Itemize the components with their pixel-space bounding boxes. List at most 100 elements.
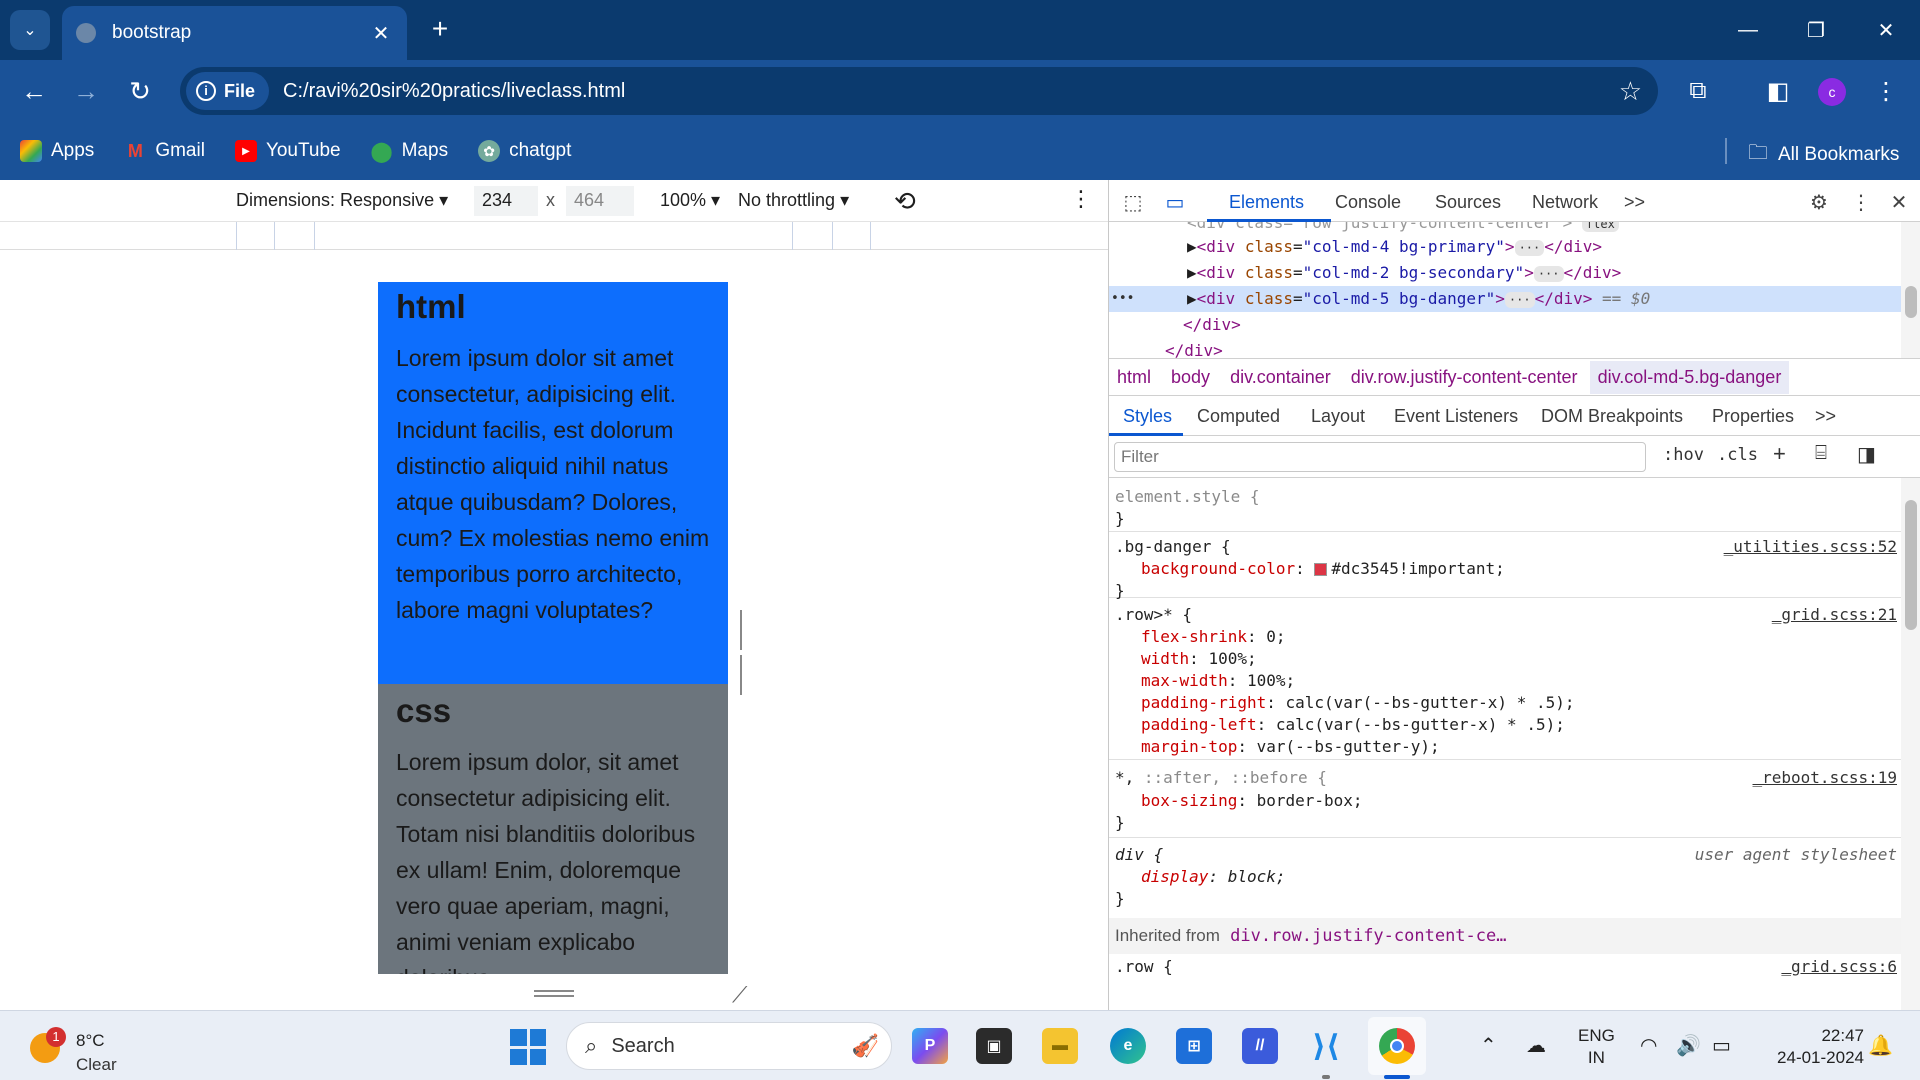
back-arrow-icon[interactable]: ← (14, 71, 54, 111)
minimize-icon[interactable]: — (1728, 12, 1768, 48)
crumb-html[interactable]: html (1117, 367, 1151, 388)
crumb-col-md-5[interactable]: div.col-md-5.bg-danger (1589, 360, 1790, 394)
property-name[interactable]: background-color (1141, 559, 1295, 578)
task-view-icon[interactable]: ▣ (976, 1028, 1012, 1064)
side-panel-icon[interactable]: ◧ (1760, 73, 1796, 109)
all-bookmarks[interactable]: 🗀 All Bookmarks (1748, 138, 1899, 172)
bookmark-youtube[interactable]: ▶ YouTube (234, 140, 341, 162)
property-name[interactable]: width (1141, 649, 1189, 668)
tab-bootstrap[interactable]: bootstrap ✕ (62, 6, 407, 60)
dom-row-col-md-2[interactable]: ▶<div class="col-md-2 bg-secondary"> ··· <… (1109, 260, 1901, 286)
chrome-icon[interactable] (1379, 1028, 1415, 1064)
profile-avatar[interactable]: c (1818, 78, 1846, 106)
property-name[interactable]: margin-top (1141, 737, 1237, 756)
dom-row-close[interactable]: </div> (1109, 338, 1901, 358)
new-rule-plus-icon[interactable]: + (1773, 441, 1786, 467)
new-tab-button[interactable]: + (424, 14, 456, 46)
site-info-chip[interactable]: i File (186, 72, 270, 110)
crumb-container[interactable]: div.container (1230, 367, 1331, 388)
bookmark-apps[interactable]: Apps (20, 140, 94, 162)
input-language[interactable]: ENG IN (1578, 1025, 1615, 1069)
collapsed-dots[interactable]: ··· (1514, 239, 1545, 256)
star-icon[interactable]: ☆ (1619, 76, 1642, 107)
paint-roller-icon[interactable]: ⌸ (1815, 442, 1827, 465)
crumb-body[interactable]: body (1171, 367, 1210, 388)
dimensions-dropdown[interactable]: Dimensions: Responsive ▾ (236, 190, 448, 211)
height-input[interactable]: 464 (566, 186, 634, 216)
expand-triangle-icon[interactable]: ▶ (1187, 289, 1197, 308)
settings-gear-icon[interactable]: ⚙ (1805, 188, 1833, 216)
chevron-up-icon[interactable]: ⌃ (1480, 1033, 1497, 1058)
property-name[interactable]: box-sizing (1141, 791, 1237, 810)
copilot-icon[interactable]: P (912, 1028, 948, 1064)
extensions-icon[interactable]: ⧉ (1680, 73, 1716, 109)
rule-universal[interactable]: *, ::after, ::before {_reboot.scss:19 bo… (1109, 766, 1901, 838)
crumb-row[interactable]: div.row.justify-content-center (1351, 367, 1578, 388)
close-window-icon[interactable]: ✕ (1866, 12, 1906, 48)
rule-bg-danger[interactable]: .bg-danger {_utilities.scss:52 backgroun… (1109, 536, 1901, 600)
weather-widget[interactable]: 1 8°C Clear (28, 1021, 148, 1074)
windows-start-icon[interactable] (510, 1029, 546, 1065)
rule-source-link[interactable]: _reboot.scss:19 (1753, 766, 1898, 790)
cls-button[interactable]: .cls (1717, 445, 1758, 465)
close-devtools-icon[interactable]: ✕ (1885, 188, 1913, 216)
reload-icon[interactable]: ↻ (120, 71, 160, 111)
tab-close-icon[interactable]: ✕ (369, 21, 393, 46)
more-subtabs-icon[interactable]: >> (1815, 406, 1836, 427)
rule-row-children[interactable]: .row>* {_grid.scss:21 flex-shrink: 0; wi… (1109, 604, 1901, 760)
property-value[interactable]: calc(var(--bs-gutter-x) * .5); (1286, 693, 1575, 712)
rotate-icon[interactable]: ⟲ (894, 186, 916, 217)
more-tabs-icon[interactable]: >> (1624, 192, 1645, 213)
sidebar-toggle-icon[interactable]: ◨ (1857, 442, 1876, 467)
tab-sources[interactable]: Sources (1435, 192, 1501, 213)
property-value[interactable]: #dc3545!important; (1331, 559, 1504, 578)
rule-row-partial[interactable]: .row {_grid.scss:6 (1109, 956, 1901, 986)
forward-arrow-icon[interactable]: → (66, 71, 106, 111)
hov-button[interactable]: :hov (1663, 445, 1704, 465)
flex-badge[interactable]: flex (1581, 222, 1619, 232)
expand-triangle-icon[interactable]: ▶ (1187, 263, 1197, 282)
property-value[interactable]: 0; (1266, 627, 1285, 646)
vscode-icon[interactable]: ⟩⟨ (1308, 1028, 1344, 1064)
device-menu-kebab-icon[interactable]: ⋮ (1070, 186, 1092, 212)
dom-row-close[interactable]: </div> (1109, 312, 1901, 338)
row-actions-icon[interactable]: ••• (1111, 286, 1134, 312)
styles-filter-input[interactable]: Filter (1114, 442, 1646, 472)
wifi-icon[interactable]: ◠ (1640, 1033, 1657, 1058)
resize-handle-bottom[interactable] (534, 990, 574, 998)
tab-styles[interactable]: Styles (1123, 406, 1172, 427)
notification-bell-icon[interactable]: 🔔 (1868, 1033, 1893, 1058)
address-bar[interactable]: i File C:/ravi%20sir%20pratics/liveclass… (180, 67, 1658, 115)
resize-handle-right[interactable] (740, 610, 748, 695)
dom-row-col-md-5-selected[interactable]: ••• ▶<div class="col-md-5 bg-danger"> ···… (1109, 286, 1901, 312)
expand-triangle-icon[interactable]: ▶ (1187, 237, 1197, 256)
property-value[interactable]: calc(var(--bs-gutter-x) * .5); (1276, 715, 1565, 734)
property-value[interactable]: 100%; (1208, 649, 1256, 668)
collapsed-dots[interactable]: ··· (1504, 291, 1535, 308)
battery-icon[interactable]: ▭ (1712, 1033, 1731, 1058)
rule-source-link[interactable]: _utilities.scss:52 (1724, 536, 1897, 558)
tab-properties[interactable]: Properties (1712, 406, 1794, 427)
bookmark-chatgpt[interactable]: ✿ chatgpt (478, 140, 571, 162)
throttling-dropdown[interactable]: No throttling ▾ (738, 190, 849, 211)
dom-row-col-md-4[interactable]: ▶<div class="col-md-4 bg-primary"> ··· </d… (1109, 234, 1901, 260)
zoom-dropdown[interactable]: 100% ▾ (660, 190, 720, 211)
bookmark-gmail[interactable]: M Gmail (124, 140, 205, 162)
inherited-element-link[interactable]: div.row.justify-content-ce… (1230, 926, 1506, 946)
styles-scrollbar[interactable] (1901, 478, 1920, 1010)
menu-kebab-icon[interactable]: ⋮ (1868, 73, 1904, 109)
device-toggle-icon[interactable]: ▭ (1161, 188, 1189, 216)
property-value[interactable]: var(--bs-gutter-y); (1257, 737, 1440, 756)
color-swatch[interactable] (1314, 563, 1328, 576)
rule-source-link[interactable]: _grid.scss:21 (1772, 604, 1897, 626)
tab-network[interactable]: Network (1532, 192, 1598, 213)
tab-search-button[interactable]: ⌄ (10, 10, 50, 50)
property-name[interactable]: padding-left (1141, 715, 1257, 734)
property-name[interactable]: padding-right (1141, 693, 1266, 712)
inspect-element-icon[interactable]: ⬚ (1119, 188, 1147, 216)
rule-source-link[interactable]: _grid.scss:6 (1781, 956, 1897, 978)
property-name[interactable]: max-width (1141, 671, 1228, 690)
property-value[interactable]: 100%; (1247, 671, 1295, 690)
taskbar-search[interactable]: ⌕ Search 🎻 (566, 1022, 892, 1070)
volume-icon[interactable]: 🔊 (1676, 1033, 1701, 1058)
